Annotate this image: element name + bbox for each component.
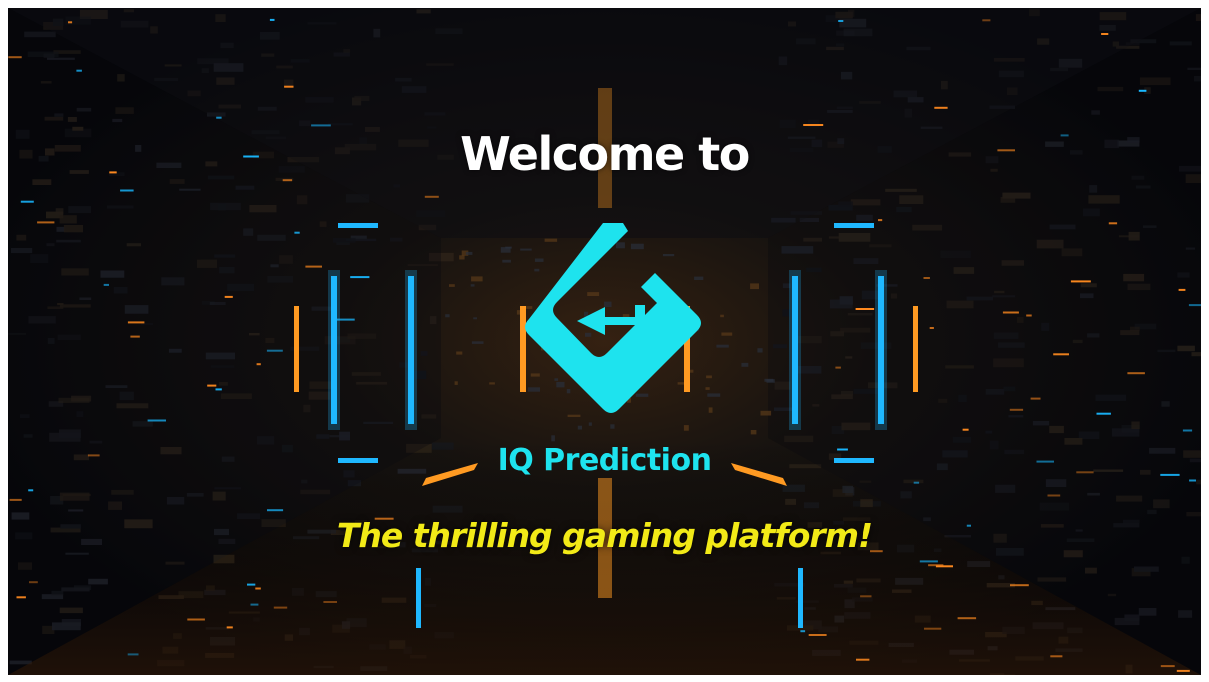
brand-name: IQ Prediction xyxy=(497,443,712,478)
tagline: The thrilling gaming platform! xyxy=(336,516,873,555)
iq-prediction-logo-icon xyxy=(525,223,701,413)
welcome-heading: Welcome to xyxy=(460,127,750,181)
welcome-banner: Welcome to IQ Prediction The thrilling g… xyxy=(8,8,1201,675)
